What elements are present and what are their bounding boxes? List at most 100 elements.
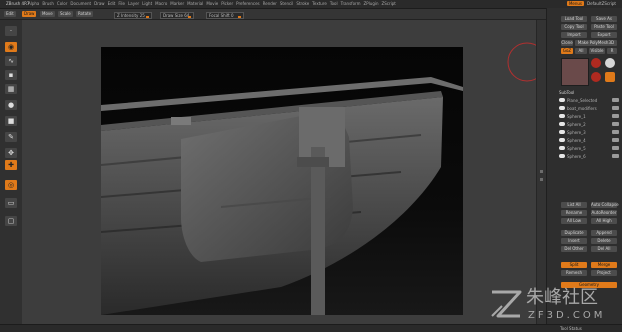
eye-icon[interactable] xyxy=(559,130,565,134)
auto-collapse-button[interactable]: Auto Collapse xyxy=(591,202,619,208)
shelf-button[interactable]: ◉ xyxy=(5,42,17,52)
eye-icon[interactable] xyxy=(559,98,565,102)
subtool-row[interactable]: Sphere_4 xyxy=(559,138,621,143)
visibility-toggle[interactable] xyxy=(612,114,619,118)
slider-knob[interactable] xyxy=(238,16,241,18)
menu-item[interactable]: Material xyxy=(187,1,203,6)
project-button[interactable]: Project xyxy=(591,270,617,276)
menu-item[interactable]: Render xyxy=(263,1,277,6)
autoreorder-button[interactable]: AutoReorder xyxy=(591,210,617,216)
menu-item[interactable]: Alpha xyxy=(28,1,39,6)
shelf-button[interactable]: · xyxy=(5,26,17,36)
duplicate-button[interactable]: Duplicate xyxy=(561,230,587,236)
visibility-toggle[interactable] xyxy=(612,154,619,158)
merge-button[interactable]: Merge xyxy=(591,262,617,268)
shelf-dot[interactable] xyxy=(540,170,543,173)
sphere-icon[interactable] xyxy=(605,58,615,68)
goz-button[interactable]: GoZ xyxy=(561,48,573,54)
all-low-button[interactable]: All Low xyxy=(561,218,587,224)
menu-item[interactable]: Movie xyxy=(206,1,218,6)
menu-item[interactable]: Light xyxy=(142,1,152,6)
polymesh-icon[interactable] xyxy=(605,72,615,82)
load-tool-button[interactable]: Load Tool xyxy=(561,16,587,22)
visibility-toggle[interactable] xyxy=(612,106,619,110)
menu-item[interactable]: Stencil xyxy=(280,1,294,6)
del-other-button[interactable]: Del Other xyxy=(561,246,587,252)
shelf-button[interactable]: ▢ xyxy=(5,216,17,226)
visibility-toggle[interactable] xyxy=(612,138,619,142)
menu-item[interactable]: Picker xyxy=(221,1,233,6)
copy-tool-button[interactable]: Copy Tool xyxy=(561,24,587,30)
layout-selector[interactable]: DefaultZScript xyxy=(587,1,616,6)
move-mode-button[interactable]: Move xyxy=(40,11,55,17)
menu-item[interactable]: Draw xyxy=(94,1,104,6)
shelf-button[interactable]: ◎ xyxy=(5,180,17,190)
menu-item[interactable]: File xyxy=(118,1,125,6)
import-button[interactable]: Import xyxy=(561,32,587,38)
draw-mode-button[interactable]: Draw xyxy=(22,11,37,17)
visible-button[interactable]: Visible xyxy=(589,48,605,54)
canvas-viewport[interactable] xyxy=(101,47,463,315)
subtool-row[interactable]: Sphere_2 xyxy=(559,122,621,127)
del-all-button[interactable]: Del All xyxy=(591,246,617,252)
rename-button[interactable]: Rename xyxy=(561,210,587,216)
shelf-dot[interactable] xyxy=(540,178,543,181)
menu-item[interactable]: Stroke xyxy=(296,1,309,6)
insert-button[interactable]: Insert xyxy=(561,238,587,244)
eye-icon[interactable] xyxy=(559,154,565,158)
rotate-mode-button[interactable]: Rotate xyxy=(76,11,94,17)
focal-shift-slider[interactable]: Focal Shift 0 xyxy=(206,12,244,19)
r-button[interactable]: R xyxy=(607,48,617,54)
visibility-toggle[interactable] xyxy=(612,146,619,150)
menu-item[interactable]: Macro xyxy=(155,1,167,6)
list-all-button[interactable]: List All xyxy=(561,202,587,208)
shelf-button[interactable]: ▦ xyxy=(5,84,17,94)
all-high-button[interactable]: All High xyxy=(591,218,617,224)
eye-icon[interactable] xyxy=(559,114,565,118)
shelf-button[interactable]: ✎ xyxy=(5,132,17,142)
eye-icon[interactable] xyxy=(559,106,565,110)
tool-thumbnail[interactable] xyxy=(561,58,589,86)
menu-item[interactable]: Edit xyxy=(108,1,116,6)
menu-item[interactable]: Preferences xyxy=(236,1,260,6)
menu-item[interactable]: Marker xyxy=(170,1,184,6)
menu-item[interactable]: Document xyxy=(70,1,91,6)
make-polymesh-button[interactable]: Make PolyMesh3D xyxy=(575,40,617,46)
append-button[interactable]: Append xyxy=(591,230,617,236)
subtool-row[interactable]: boat_modifiers xyxy=(559,106,621,111)
brush-sphere-icon[interactable] xyxy=(591,72,601,82)
menu-item[interactable]: ZScript xyxy=(382,1,396,6)
shelf-button[interactable]: ✥ xyxy=(5,148,17,158)
menu-item[interactable]: Texture xyxy=(312,1,327,6)
menu-item[interactable]: Brush xyxy=(42,1,54,6)
eye-icon[interactable] xyxy=(559,146,565,150)
subtool-row[interactable]: Plane_Selected xyxy=(559,98,621,103)
eye-icon[interactable] xyxy=(559,122,565,126)
shelf-button[interactable]: ▪ xyxy=(5,70,17,80)
edit-mode-button[interactable]: Edit xyxy=(4,11,16,17)
delete-button[interactable]: Delete xyxy=(591,238,617,244)
scale-mode-button[interactable]: Scale xyxy=(58,11,73,17)
shelf-button[interactable]: ● xyxy=(5,100,17,110)
shelf-button[interactable]: ∿ xyxy=(5,56,17,66)
shelf-button[interactable]: ▭ xyxy=(5,198,17,208)
slider-knob[interactable] xyxy=(188,16,191,18)
all-button[interactable]: All xyxy=(575,48,587,54)
menu-item[interactable]: ZPlugin xyxy=(364,1,379,6)
subtool-row[interactable]: Sphere_6 xyxy=(559,154,621,159)
draw-size-slider[interactable]: Draw Size 64 xyxy=(160,12,194,19)
shelf-button[interactable]: ✚ xyxy=(5,160,17,170)
material-sphere-icon[interactable] xyxy=(591,58,601,68)
subtool-row[interactable]: Sphere_5 xyxy=(559,146,621,151)
subtool-row[interactable]: Sphere_1 xyxy=(559,114,621,119)
menu-item[interactable]: Color xyxy=(57,1,67,6)
visibility-toggle[interactable] xyxy=(612,98,619,102)
clone-button[interactable]: Clone xyxy=(561,40,573,46)
export-button[interactable]: Export xyxy=(591,32,617,38)
subtool-row[interactable]: Sphere_3 xyxy=(559,130,621,135)
eye-icon[interactable] xyxy=(559,138,565,142)
z-intensity-slider[interactable]: Z Intensity 25 xyxy=(114,12,152,19)
menu-item[interactable]: Tool xyxy=(330,1,338,6)
menus-toggle-button[interactable]: Menus xyxy=(566,1,585,6)
slider-knob[interactable] xyxy=(146,16,149,18)
